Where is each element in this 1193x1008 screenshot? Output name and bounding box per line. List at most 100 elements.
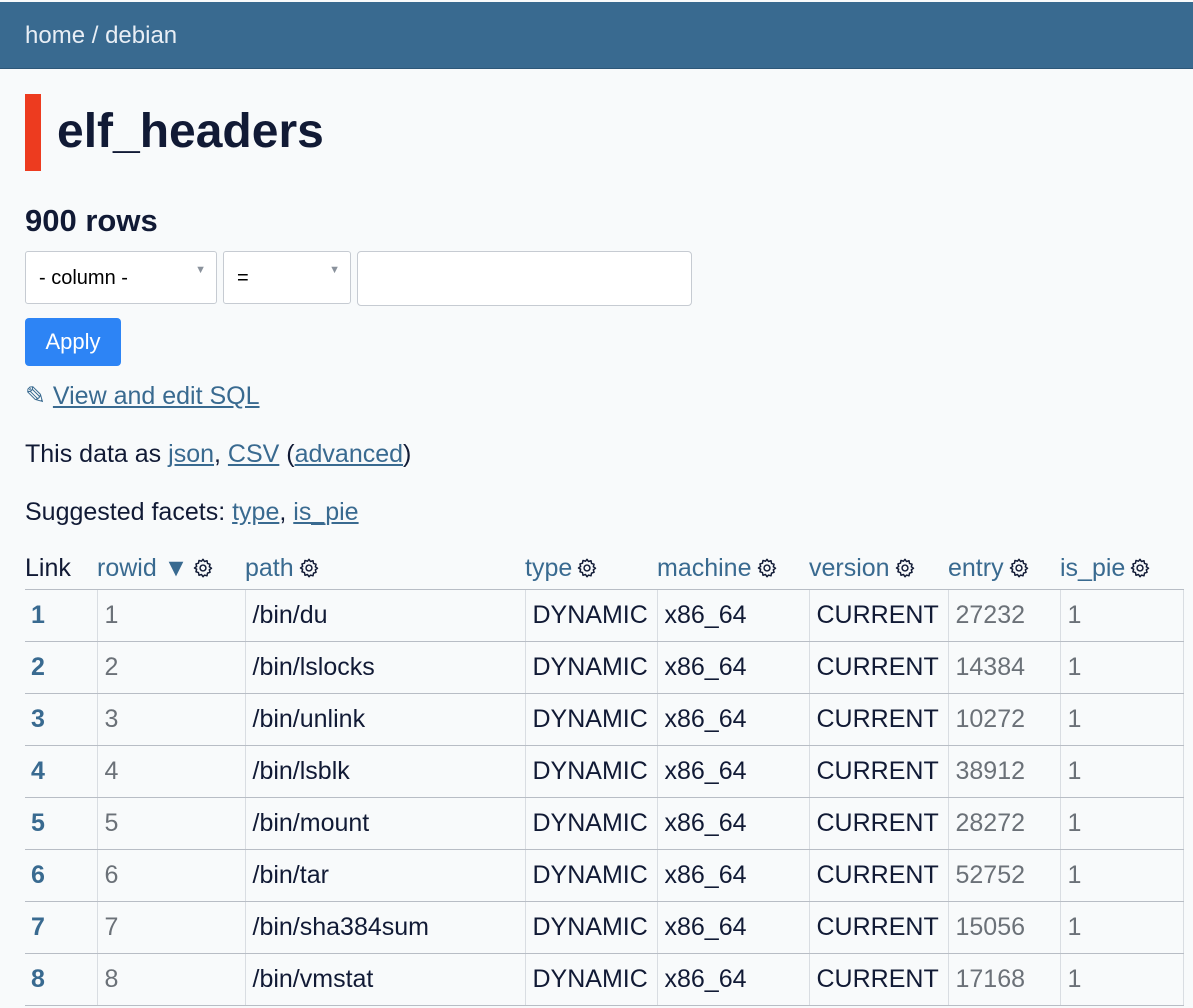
cell-type: DYNAMIC <box>525 953 658 1006</box>
cell-link[interactable]: 5 <box>25 797 98 850</box>
table-row: 7 7/bin/sha384sum DYNAMIC x86_64 CURRENT 1505… <box>25 901 1184 954</box>
cell-version: CURRENT <box>809 589 949 642</box>
top-navigation-bar: home / debian <box>0 2 1193 69</box>
gear-icon[interactable] <box>1008 557 1030 579</box>
filter-value-input[interactable] <box>357 251 692 306</box>
column-header-label[interactable]: version <box>809 554 890 582</box>
cell-machine: x86_64 <box>657 589 810 642</box>
gear-icon[interactable] <box>756 557 778 579</box>
cell-link[interactable]: 7 <box>25 901 98 954</box>
table-row: 6 6/bin/tar DYNAMIC x86_64 CURRENT 52752 1 <box>25 849 1184 902</box>
view-edit-sql[interactable]: ✎ View and edit SQL <box>25 381 260 411</box>
cell-type: DYNAMIC <box>525 641 658 694</box>
suggested-facets: Suggested facets: type, is_pie <box>25 497 359 527</box>
column-header-label[interactable]: entry <box>948 554 1004 582</box>
column-header-label[interactable]: type <box>525 554 572 582</box>
facets-comma: , <box>279 498 294 526</box>
column-header-label[interactable]: rowid ▼ <box>97 554 188 582</box>
column-header-is-pie[interactable]: is_pie <box>1060 548 1183 590</box>
cell-entry: 52752 <box>948 849 1061 902</box>
column-header-rowid[interactable]: rowid ▼ <box>97 548 245 590</box>
facet-link-type[interactable]: type <box>232 498 279 526</box>
column-select[interactable]: - column - ▼ <box>25 251 217 304</box>
export-csv-link[interactable]: CSV <box>228 440 279 468</box>
row-link[interactable]: 7 <box>31 913 45 941</box>
cell-is-pie: 1 <box>1060 797 1184 850</box>
cell-rowid: 7 <box>97 901 246 954</box>
export-json-link[interactable]: json <box>168 440 214 468</box>
export-prefix: This data as <box>25 440 169 468</box>
cell-entry: 38912 <box>948 745 1061 798</box>
cell-version: CURRENT <box>809 849 949 902</box>
cell-link[interactable]: 3 <box>25 693 98 746</box>
cell-is-pie: 1 <box>1060 849 1184 902</box>
cell-link[interactable]: 8 <box>25 953 98 1006</box>
row-link[interactable]: 1 <box>31 601 45 629</box>
column-header-machine[interactable]: machine <box>657 548 809 590</box>
apply-button[interactable]: Apply <box>25 318 121 366</box>
cell-path: /bin/lsblk <box>245 745 526 798</box>
cell-machine: x86_64 <box>657 641 810 694</box>
cell-link[interactable]: 2 <box>25 641 98 694</box>
breadcrumb-database-link[interactable]: debian <box>105 22 177 49</box>
cell-entry: 28272 <box>948 797 1061 850</box>
row-link[interactable]: 4 <box>31 757 45 785</box>
cell-version: CURRENT <box>809 797 949 850</box>
operator-select[interactable]: = ▼ <box>223 251 351 304</box>
cell-is-pie: 1 <box>1060 745 1184 798</box>
view-edit-sql-link[interactable]: View and edit SQL <box>53 382 260 410</box>
column-header-version[interactable]: version <box>809 548 948 590</box>
row-link[interactable]: 5 <box>31 809 45 837</box>
cell-machine: x86_64 <box>657 953 810 1006</box>
cell-path: /bin/sha384sum <box>245 901 526 954</box>
cell-rowid: 1 <box>97 589 246 642</box>
cell-path: /bin/du <box>245 589 526 642</box>
cell-path: /bin/vmstat <box>245 953 526 1006</box>
export-comma: , <box>214 440 228 468</box>
gear-icon[interactable] <box>1129 557 1151 579</box>
breadcrumb: home / debian <box>25 22 177 50</box>
cell-entry: 27232 <box>948 589 1061 642</box>
facets-prefix: Suggested facets: <box>25 498 233 526</box>
row-link[interactable]: 6 <box>31 861 45 889</box>
table-body: 1 1/bin/du DYNAMIC x86_64 CURRENT 27232 1 2 2/bi… <box>25 589 1184 1006</box>
operator-select-value: = <box>237 267 249 289</box>
column-select-value: - column - <box>39 267 128 289</box>
cell-type: DYNAMIC <box>525 745 658 798</box>
cell-rowid: 2 <box>97 641 246 694</box>
cell-is-pie: 1 <box>1060 589 1184 642</box>
breadcrumb-separator: / <box>85 22 106 49</box>
cell-version: CURRENT <box>809 901 949 954</box>
cell-link[interactable]: 1 <box>25 589 98 642</box>
facet-link-is-pie[interactable]: is_pie <box>293 498 358 526</box>
export-open-paren: ( <box>279 440 295 468</box>
cell-link[interactable]: 6 <box>25 849 98 902</box>
row-count: 900 rows <box>25 203 158 238</box>
cell-machine: x86_64 <box>657 901 810 954</box>
gear-icon[interactable] <box>894 557 916 579</box>
table-row: 3 3/bin/unlink DYNAMIC x86_64 CURRENT 10272 1 <box>25 693 1184 746</box>
cell-is-pie: 1 <box>1060 693 1184 746</box>
cell-link[interactable]: 4 <box>25 745 98 798</box>
column-header-label[interactable]: is_pie <box>1060 554 1125 582</box>
breadcrumb-home-link[interactable]: home <box>25 22 85 49</box>
row-link[interactable]: 8 <box>31 965 45 993</box>
cell-machine: x86_64 <box>657 693 810 746</box>
column-header-link: Link <box>25 548 97 590</box>
table-row: 2 2/bin/lslocks DYNAMIC x86_64 CURRENT 14384 1 <box>25 641 1184 694</box>
column-header-path[interactable]: path <box>245 548 525 590</box>
column-header-type[interactable]: type <box>525 548 657 590</box>
gear-icon[interactable] <box>192 557 214 579</box>
column-header-entry[interactable]: entry <box>948 548 1060 590</box>
row-link[interactable]: 2 <box>31 653 45 681</box>
export-advanced-link[interactable]: advanced <box>295 440 403 468</box>
column-header-label[interactable]: machine <box>657 554 752 582</box>
row-link[interactable]: 3 <box>31 705 45 733</box>
cell-rowid: 4 <box>97 745 246 798</box>
cell-is-pie: 1 <box>1060 901 1184 954</box>
column-header-label[interactable]: path <box>245 554 294 582</box>
cell-rowid: 6 <box>97 849 246 902</box>
cell-type: DYNAMIC <box>525 901 658 954</box>
gear-icon[interactable] <box>298 557 320 579</box>
gear-icon[interactable] <box>576 557 598 579</box>
